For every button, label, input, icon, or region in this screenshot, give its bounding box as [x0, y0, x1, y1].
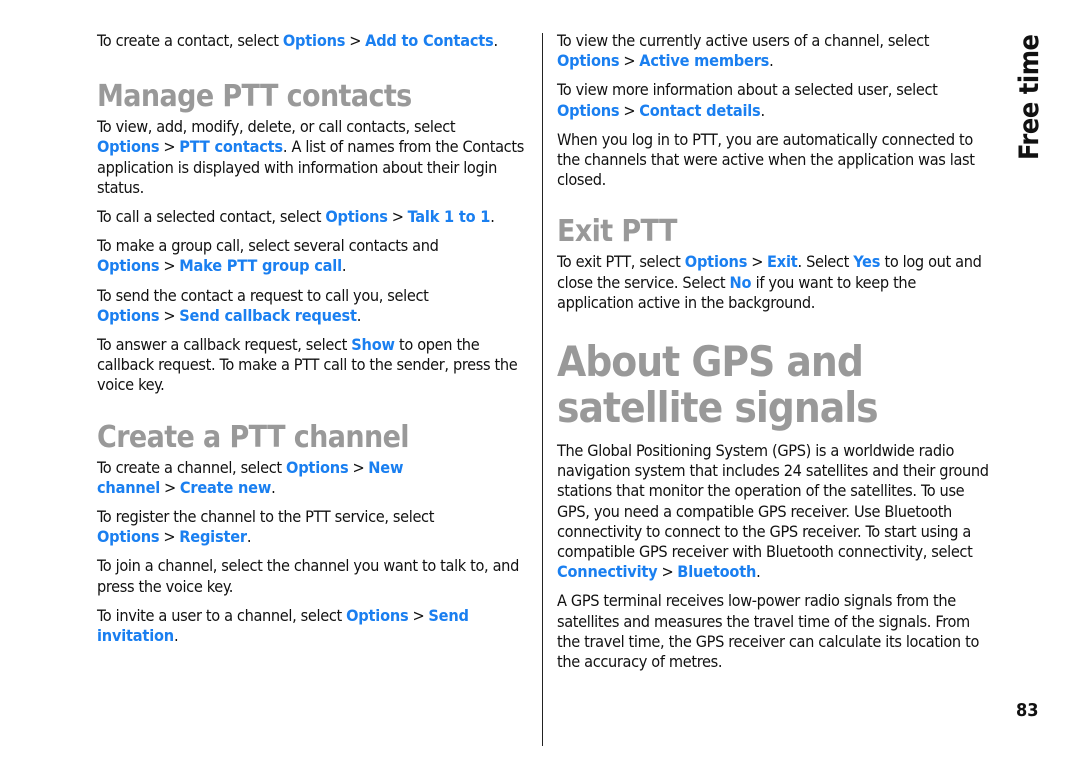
no-link[interactable]: No: [730, 273, 752, 292]
options-link[interactable]: Options: [557, 51, 620, 70]
manage-paragraph-3: To make a group call, select several con…: [97, 236, 439, 276]
menu-separator: >: [623, 100, 636, 120]
gps-paragraph-2: A GPS terminal receives low-power radio …: [557, 591, 979, 672]
contact-details-link[interactable]: Contact details: [639, 101, 760, 120]
exit-link[interactable]: Exit: [767, 252, 798, 271]
exit-paragraph: To exit PTT, select Options > Exit. Select…: [557, 252, 982, 312]
left-column: To create a contact, select Options > Add …: [97, 31, 532, 655]
menu-separator: >: [163, 527, 176, 547]
page-number: 83: [1016, 700, 1039, 721]
intro-paragraph: To create a contact, select Options > Add …: [97, 31, 498, 50]
menu-separator: >: [352, 457, 365, 477]
menu-separator: >: [163, 305, 176, 325]
show-link[interactable]: Show: [351, 335, 395, 354]
heading-exit-ptt: Exit PTT: [557, 214, 677, 250]
connectivity-link[interactable]: Connectivity: [557, 562, 658, 581]
active-members-link[interactable]: Active members: [639, 51, 769, 70]
menu-separator: >: [163, 137, 176, 157]
right-paragraph-3: When you log in to PTT, you are automati…: [557, 129, 975, 190]
send-callback-request-link[interactable]: Send callback request: [179, 306, 357, 325]
menu-separator: >: [661, 562, 674, 582]
menu-separator: >: [164, 477, 176, 497]
create-paragraph-4: To invite a user to a channel, select Op…: [97, 605, 469, 646]
create-paragraph-3: To join a channel, select the channel yo…: [97, 556, 519, 596]
menu-separator: >: [751, 252, 764, 272]
options-link[interactable]: Options: [97, 306, 160, 325]
options-link[interactable]: Options: [346, 606, 409, 625]
heading-create-ptt-channel: Create a PTT channel: [97, 419, 410, 455]
options-link[interactable]: Options: [557, 101, 620, 120]
options-link[interactable]: Options: [283, 31, 346, 50]
menu-separator: >: [412, 605, 425, 625]
heading-manage-ptt-contacts: Manage PTT contacts: [97, 79, 412, 115]
manage-paragraph-2: To call a selected contact, select Optio…: [97, 207, 495, 227]
chapter-side-label: Free time: [1014, 34, 1045, 161]
bluetooth-link[interactable]: Bluetooth: [677, 562, 756, 581]
add-to-contacts-link[interactable]: Add to Contacts: [365, 31, 494, 50]
options-link[interactable]: Options: [325, 207, 388, 226]
gps-paragraph-1: The Global Positioning System (GPS) is a…: [557, 441, 989, 582]
right-paragraph-1: To view the currently active users of a …: [557, 31, 930, 71]
menu-separator: >: [349, 31, 362, 50]
options-link[interactable]: Options: [685, 252, 748, 271]
heading-about-gps: About GPS and satellite signals: [557, 337, 879, 433]
options-link[interactable]: Options: [286, 458, 349, 477]
manage-paragraph-5: To answer a callback request, select Sho…: [97, 335, 518, 395]
ptt-contacts-link[interactable]: PTT contacts: [179, 137, 283, 156]
create-new-link[interactable]: Create new: [180, 478, 271, 497]
create-paragraph-2: To register the channel to the PTT servi…: [97, 507, 435, 547]
talk-1-to-1-link[interactable]: Talk 1 to 1: [408, 207, 491, 226]
right-paragraph-2: To view more information about a selecte…: [557, 80, 938, 120]
yes-link[interactable]: Yes: [853, 252, 880, 271]
options-link[interactable]: Options: [97, 137, 160, 156]
manage-paragraph-4: To send the contact a request to call yo…: [97, 285, 429, 325]
create-paragraph-1: To create a channel, select Options > New …: [97, 457, 404, 497]
menu-separator: >: [391, 207, 404, 227]
right-column: To view the currently active users of a …: [557, 31, 992, 681]
menu-separator: >: [623, 51, 636, 71]
options-link[interactable]: Options: [97, 527, 160, 546]
column-divider: [542, 33, 543, 746]
manage-paragraph-1: To view, add, modify, delete, or call co…: [97, 117, 524, 197]
register-link[interactable]: Register: [179, 527, 247, 546]
options-link[interactable]: Options: [97, 256, 160, 275]
menu-separator: >: [163, 256, 176, 276]
make-ptt-group-call-link[interactable]: Make PTT group call: [179, 256, 342, 275]
